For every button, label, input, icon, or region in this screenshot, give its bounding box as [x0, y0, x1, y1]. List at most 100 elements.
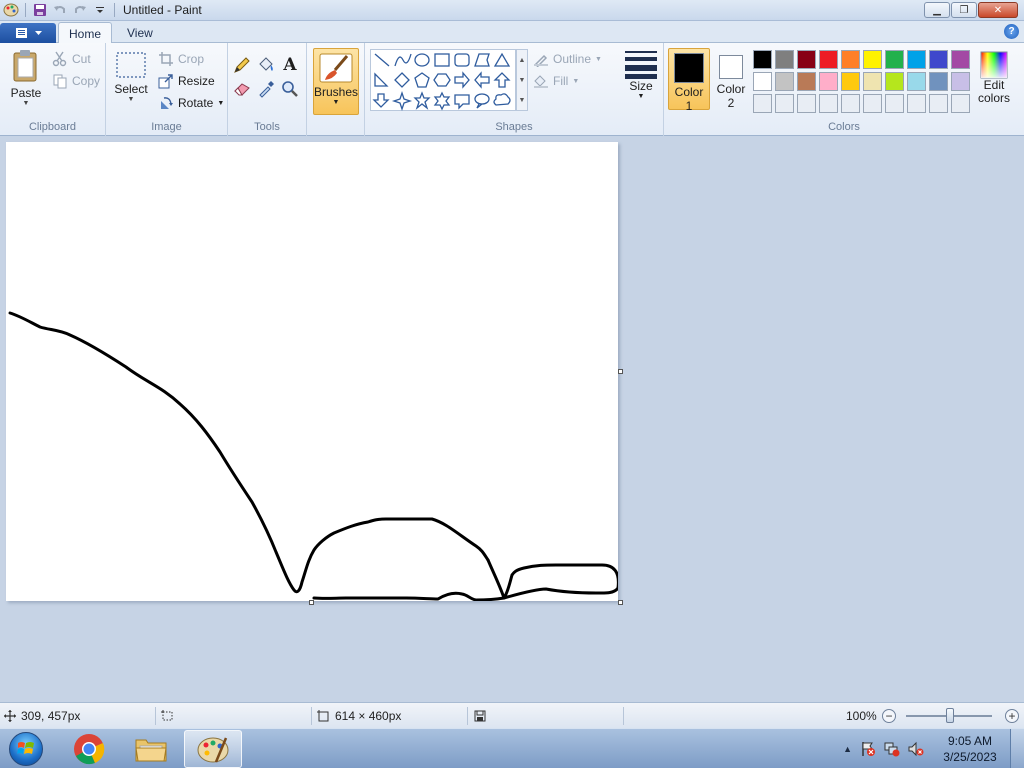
zoom-out-button[interactable]: −	[882, 709, 896, 723]
undo-icon[interactable]	[52, 2, 68, 18]
canvas-resize-handle-corner[interactable]	[618, 600, 623, 605]
pencil-tool[interactable]	[232, 55, 252, 75]
resize-button[interactable]: Resize	[158, 73, 215, 89]
outline-button[interactable]: Outline ▼	[533, 51, 602, 67]
crop-button[interactable]: Crop	[158, 51, 204, 67]
palette-swatch[interactable]	[753, 94, 772, 113]
volume-muted-icon[interactable]	[908, 741, 924, 757]
rotate-button[interactable]: Rotate ▼	[158, 95, 224, 111]
canvas-workspace[interactable]	[0, 136, 1024, 702]
palette-swatch[interactable]	[797, 94, 816, 113]
palette-swatch[interactable]	[819, 94, 838, 113]
palette-swatch[interactable]	[951, 72, 970, 91]
clock[interactable]: 9:05 AM 3/25/2023	[930, 733, 1010, 765]
palette-swatch[interactable]	[775, 94, 794, 113]
palette-swatch[interactable]	[885, 94, 904, 113]
palette-swatch[interactable]	[775, 50, 794, 69]
paint-app-icon[interactable]	[3, 2, 19, 18]
fill-button[interactable]: Fill ▼	[533, 73, 579, 89]
network-icon[interactable]	[884, 741, 900, 757]
diamond-shape-icon	[394, 72, 410, 88]
canvas-resize-handle-right[interactable]	[618, 369, 623, 374]
start-button[interactable]	[4, 731, 48, 767]
copy-button[interactable]: Copy	[52, 73, 100, 89]
palette-swatch[interactable]	[841, 50, 860, 69]
palette-swatch[interactable]	[753, 50, 772, 69]
palette-swatch[interactable]	[863, 94, 882, 113]
drawing-canvas[interactable]	[6, 142, 620, 602]
window-controls: ▁ ❐ ✕	[924, 2, 1018, 18]
rounded-rectangle-shape-icon	[454, 53, 470, 67]
magnifier-tool[interactable]	[280, 79, 300, 99]
palette-swatch[interactable]	[797, 72, 816, 91]
edit-colors-button[interactable]: Edit colors	[976, 51, 1012, 105]
palette-swatch[interactable]	[797, 50, 816, 69]
windows-logo-icon	[9, 732, 43, 766]
title-bar: Untitled - Paint ▁ ❐ ✕	[0, 0, 1024, 21]
action-center-flag-icon[interactable]	[860, 741, 876, 757]
palette-swatch[interactable]	[885, 72, 904, 91]
palette-swatch[interactable]	[929, 94, 948, 113]
magnifier-icon	[282, 81, 298, 97]
palette-swatch[interactable]	[885, 50, 904, 69]
minimize-button[interactable]: ▁	[924, 2, 950, 18]
taskbar-file-explorer[interactable]	[122, 730, 180, 768]
oval-callout-shape-icon	[474, 93, 490, 109]
eraser-tool[interactable]	[232, 79, 252, 99]
color2-button[interactable]: Color 2	[710, 48, 752, 110]
customize-qat-icon[interactable]	[92, 2, 108, 18]
fill-tool[interactable]	[256, 55, 276, 75]
selection-size	[160, 703, 174, 729]
palette-swatch[interactable]	[907, 94, 926, 113]
rectangle-shape-icon	[434, 53, 450, 67]
palette-swatch[interactable]	[863, 50, 882, 69]
show-hidden-icons-button[interactable]: ▲	[843, 744, 852, 754]
close-button[interactable]: ✕	[978, 2, 1018, 18]
color-picker-tool[interactable]	[256, 79, 276, 99]
tools-grid: A	[232, 55, 304, 103]
palette-swatch[interactable]	[951, 94, 970, 113]
brushes-button[interactable]: Brushes ▼	[313, 48, 359, 115]
palette-swatch[interactable]	[753, 72, 772, 91]
palette-swatch[interactable]	[841, 72, 860, 91]
cut-button[interactable]: Cut	[52, 51, 91, 67]
redo-icon[interactable]	[72, 2, 88, 18]
select-button[interactable]: Select ▼	[112, 51, 150, 103]
ribbon-tab-bar: Home View ?	[0, 21, 1024, 44]
restore-button[interactable]: ❐	[951, 2, 977, 18]
shapes-gallery-scroll[interactable]: ▲ ▼ ▼	[516, 49, 528, 111]
scroll-down-icon[interactable]: ▼	[519, 77, 526, 84]
gallery-expand-icon[interactable]: ▼	[519, 97, 526, 104]
paint-bucket-icon	[259, 57, 273, 71]
palette-swatch[interactable]	[929, 72, 948, 91]
palette-swatch[interactable]	[907, 72, 926, 91]
palette-swatch[interactable]	[819, 72, 838, 91]
size-button[interactable]: Size ▼	[621, 49, 661, 100]
palette-swatch[interactable]	[841, 94, 860, 113]
palette-swatch[interactable]	[929, 50, 948, 69]
help-icon[interactable]: ?	[1004, 24, 1019, 39]
chevron-down-icon: ▼	[595, 55, 602, 63]
scroll-up-icon[interactable]: ▲	[519, 57, 526, 64]
palette-swatch[interactable]	[775, 72, 794, 91]
palette-swatch[interactable]	[907, 50, 926, 69]
taskbar-paint[interactable]	[184, 730, 242, 768]
file-menu-button[interactable]	[0, 23, 56, 43]
text-tool[interactable]: A	[280, 55, 300, 75]
canvas-resize-handle-bottom[interactable]	[309, 600, 314, 605]
taskbar-chrome[interactable]	[60, 730, 118, 768]
palette-swatch[interactable]	[951, 50, 970, 69]
palette-swatch[interactable]	[819, 50, 838, 69]
paste-button[interactable]: Paste ▼	[6, 49, 46, 107]
color2-label: Color	[716, 82, 746, 96]
save-icon[interactable]	[32, 2, 48, 18]
color1-button[interactable]: Color 1	[668, 48, 710, 113]
tab-home[interactable]: Home	[58, 22, 113, 44]
zoom-in-button[interactable]: +	[1005, 709, 1019, 723]
zoom-slider-thumb[interactable]	[946, 708, 954, 723]
tab-view[interactable]: View	[117, 22, 163, 44]
palette-swatch[interactable]	[863, 72, 882, 91]
show-desktop-button[interactable]	[1010, 729, 1024, 768]
five-point-star-shape-icon	[413, 91, 431, 110]
status-separator	[467, 707, 468, 725]
